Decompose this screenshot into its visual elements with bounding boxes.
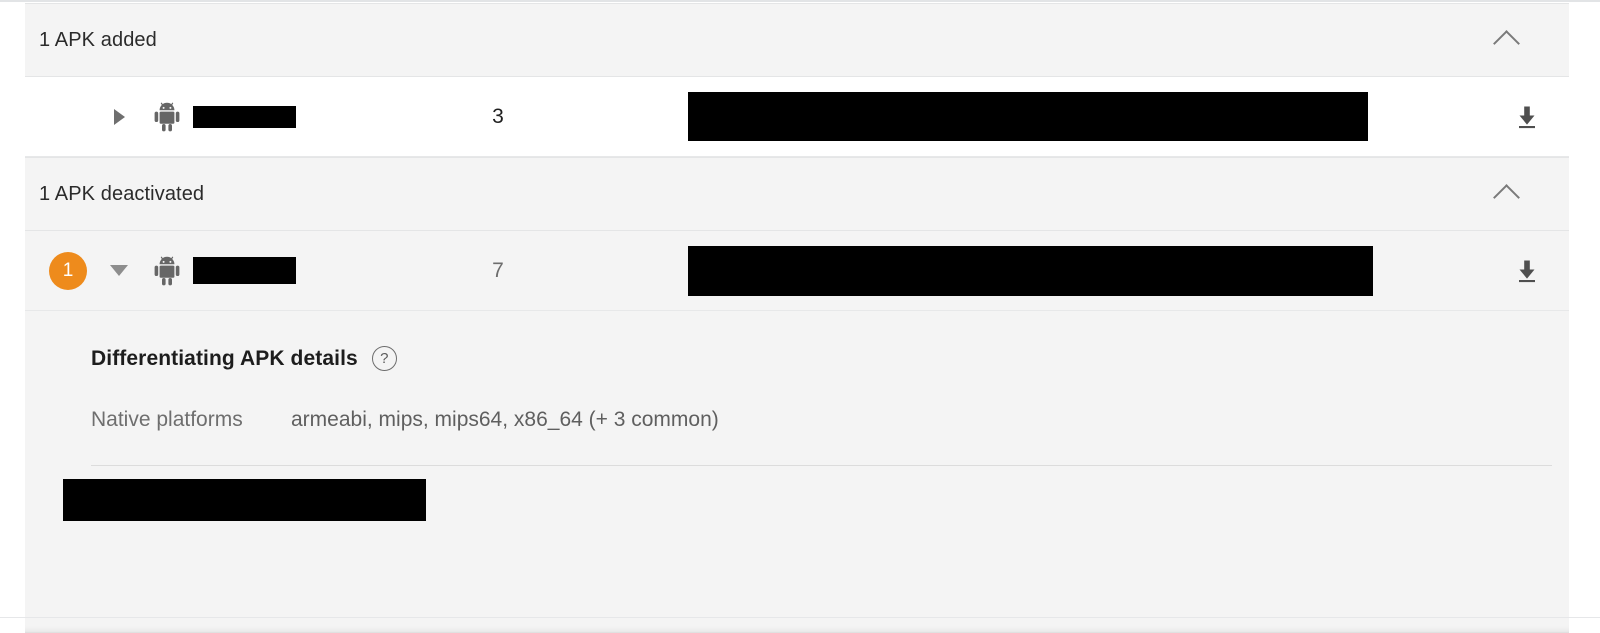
download-icon [1519, 260, 1535, 282]
caret-down-icon [110, 265, 128, 276]
attribute-label: Native platforms [91, 408, 243, 431]
download-apk-button-added[interactable] [1485, 105, 1569, 129]
apk-comparison-card: 1 APK added 3 1 APK deactivated 1 7 Diff… [25, 3, 1569, 633]
section-header-apk-deactivated[interactable]: 1 APK deactivated [25, 157, 1569, 231]
redacted-apk-detail [688, 92, 1368, 141]
details-heading-row: Differentiating APK details ? [25, 311, 1569, 371]
download-icon [1519, 106, 1535, 128]
attribute-value: armeabi, mips, mips64, x86_64 (+ 3 commo… [291, 408, 719, 431]
differentiating-apk-details-panel: Differentiating APK details ? Native pla… [25, 311, 1569, 633]
apk-detail-cell-deactivated [643, 245, 1485, 296]
apk-version-code-deactivated: 7 [492, 258, 504, 282]
section-title-apk-deactivated: 1 APK deactivated [39, 182, 205, 205]
android-robot-icon [154, 256, 180, 285]
page-top-divider [0, 0, 1600, 2]
badge-slot-deactivated: 1 [39, 251, 97, 290]
section-header-apk-added[interactable]: 1 APK added [25, 3, 1569, 77]
collapse-toggle-apk-added[interactable] [1489, 23, 1523, 57]
apk-row-added[interactable]: 3 [25, 77, 1569, 157]
chevron-up-icon [1492, 183, 1520, 211]
apk-row-deactivated[interactable]: 1 7 [25, 231, 1569, 311]
collapse-toggle-apk-deactivated[interactable] [1489, 177, 1523, 211]
download-apk-button-deactivated[interactable] [1485, 259, 1569, 283]
expand-toggle-deactivated[interactable] [97, 265, 141, 276]
apk-comparison-screen: 1 APK added 3 1 APK deactivated 1 7 Diff… [0, 0, 1600, 633]
page-bottom-divider [0, 617, 1600, 618]
caret-right-icon [113, 108, 125, 125]
section-title-apk-added: 1 APK added [39, 28, 157, 51]
redacted-apk-name [193, 105, 296, 128]
apk-name-cell-deactivated [193, 257, 353, 284]
help-circle-icon[interactable]: ? [371, 346, 397, 371]
details-title: Differentiating APK details [91, 346, 358, 370]
apk-detail-cell-added [643, 92, 1485, 141]
apk-name-cell-added [193, 105, 353, 128]
redacted-apk-detail [688, 245, 1373, 296]
details-divider [91, 465, 1552, 466]
apk-version-code-added: 3 [492, 104, 504, 128]
redacted-apk-name [193, 257, 296, 284]
android-robot-icon [154, 102, 180, 131]
expand-toggle-added[interactable] [97, 108, 141, 125]
android-icon-cell-added [141, 102, 193, 132]
redacted-details-footer [63, 479, 426, 521]
attribute-row-native-platforms: Native platforms armeabi, mips, mips64, … [25, 371, 1569, 432]
android-icon-cell-deactivated [141, 256, 193, 286]
status-badge: 1 [49, 251, 87, 290]
chevron-up-icon [1492, 29, 1520, 57]
